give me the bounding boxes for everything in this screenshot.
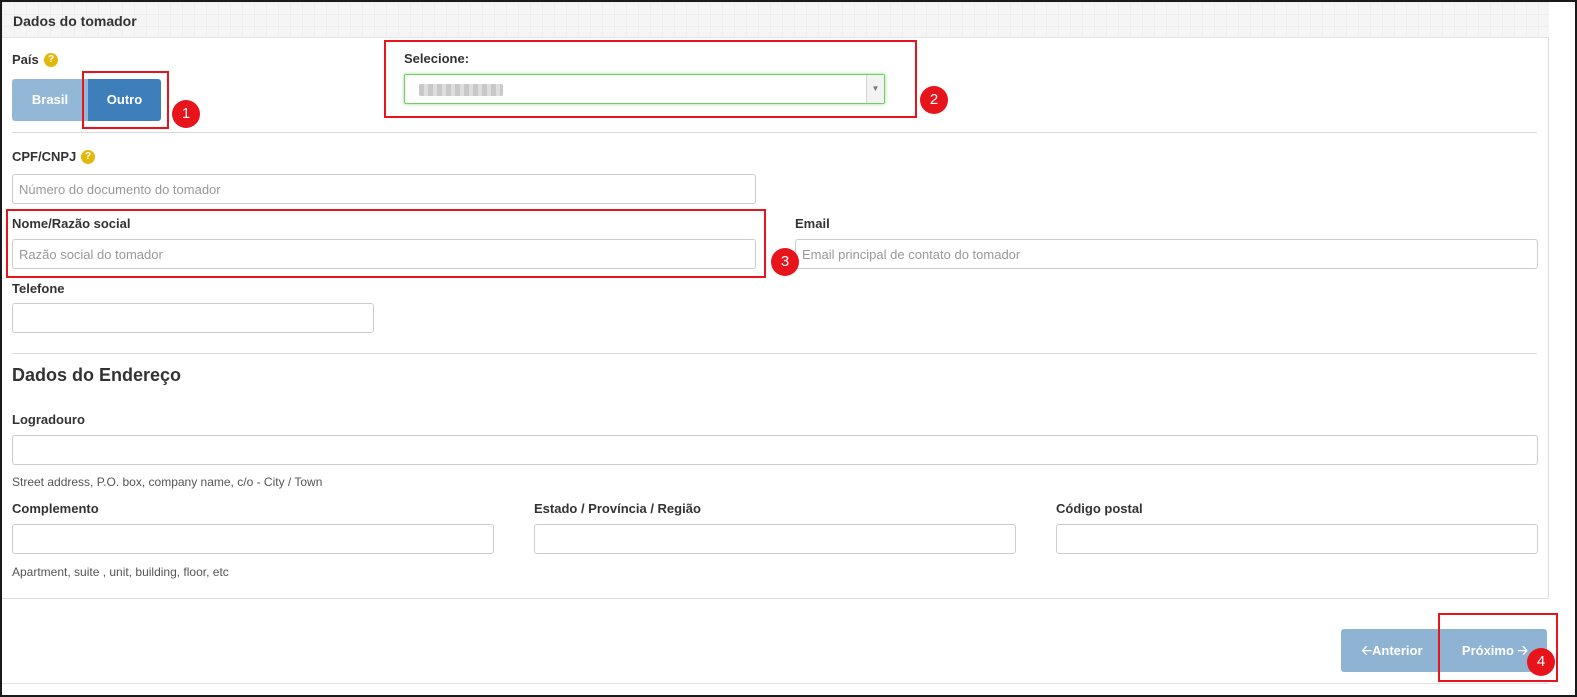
annotation-box-1 bbox=[82, 71, 169, 129]
arrow-left-icon: 🡠 bbox=[1361, 643, 1372, 658]
telefone-input[interactable] bbox=[12, 303, 374, 333]
annotation-marker-1: 1 bbox=[172, 100, 200, 128]
annotation-box-3 bbox=[6, 209, 766, 278]
panel-title: Dados do tomador bbox=[13, 13, 137, 29]
estado-label: Estado / Província / Região bbox=[534, 501, 701, 516]
country-label: País bbox=[12, 52, 39, 67]
divider bbox=[12, 353, 1537, 354]
logradouro-help: Street address, P.O. box, company name, … bbox=[12, 475, 323, 489]
divider bbox=[12, 132, 1537, 133]
annotation-marker-4: 4 bbox=[1527, 648, 1555, 676]
footer-divider bbox=[2, 683, 1549, 684]
complemento-help: Apartment, suite , unit, building, floor… bbox=[12, 565, 229, 579]
logradouro-input[interactable] bbox=[12, 435, 1538, 465]
complemento-label: Complemento bbox=[12, 501, 99, 516]
address-section-title: Dados do Endereço bbox=[12, 365, 182, 385]
anterior-label: Anterior bbox=[1371, 643, 1423, 658]
email-input[interactable]: Email principal de contato do tomador bbox=[795, 239, 1538, 269]
country-brasil-button[interactable]: Brasil bbox=[12, 79, 88, 121]
panel-header: Dados do tomador bbox=[2, 2, 1549, 38]
codigo-postal-label: Código postal bbox=[1056, 501, 1143, 516]
cpf-cnpj-label: CPF/CNPJ bbox=[12, 149, 77, 164]
anterior-button[interactable]: 🡠Anterior bbox=[1341, 629, 1443, 672]
annotation-marker-2: 2 bbox=[920, 86, 948, 114]
codigo-postal-input[interactable] bbox=[1056, 524, 1538, 554]
question-circle-icon[interactable]: ? bbox=[44, 53, 58, 67]
question-circle-icon[interactable]: ? bbox=[81, 150, 95, 164]
annotation-marker-3: 3 bbox=[771, 248, 799, 276]
estado-input[interactable] bbox=[534, 524, 1016, 554]
email-label: Email bbox=[795, 216, 830, 231]
annotation-box-2 bbox=[384, 40, 917, 118]
complemento-input[interactable] bbox=[12, 524, 494, 554]
telefone-label: Telefone bbox=[12, 281, 65, 296]
logradouro-label: Logradouro bbox=[12, 412, 85, 427]
cpf-cnpj-input[interactable]: Número do documento do tomador bbox=[12, 174, 756, 204]
